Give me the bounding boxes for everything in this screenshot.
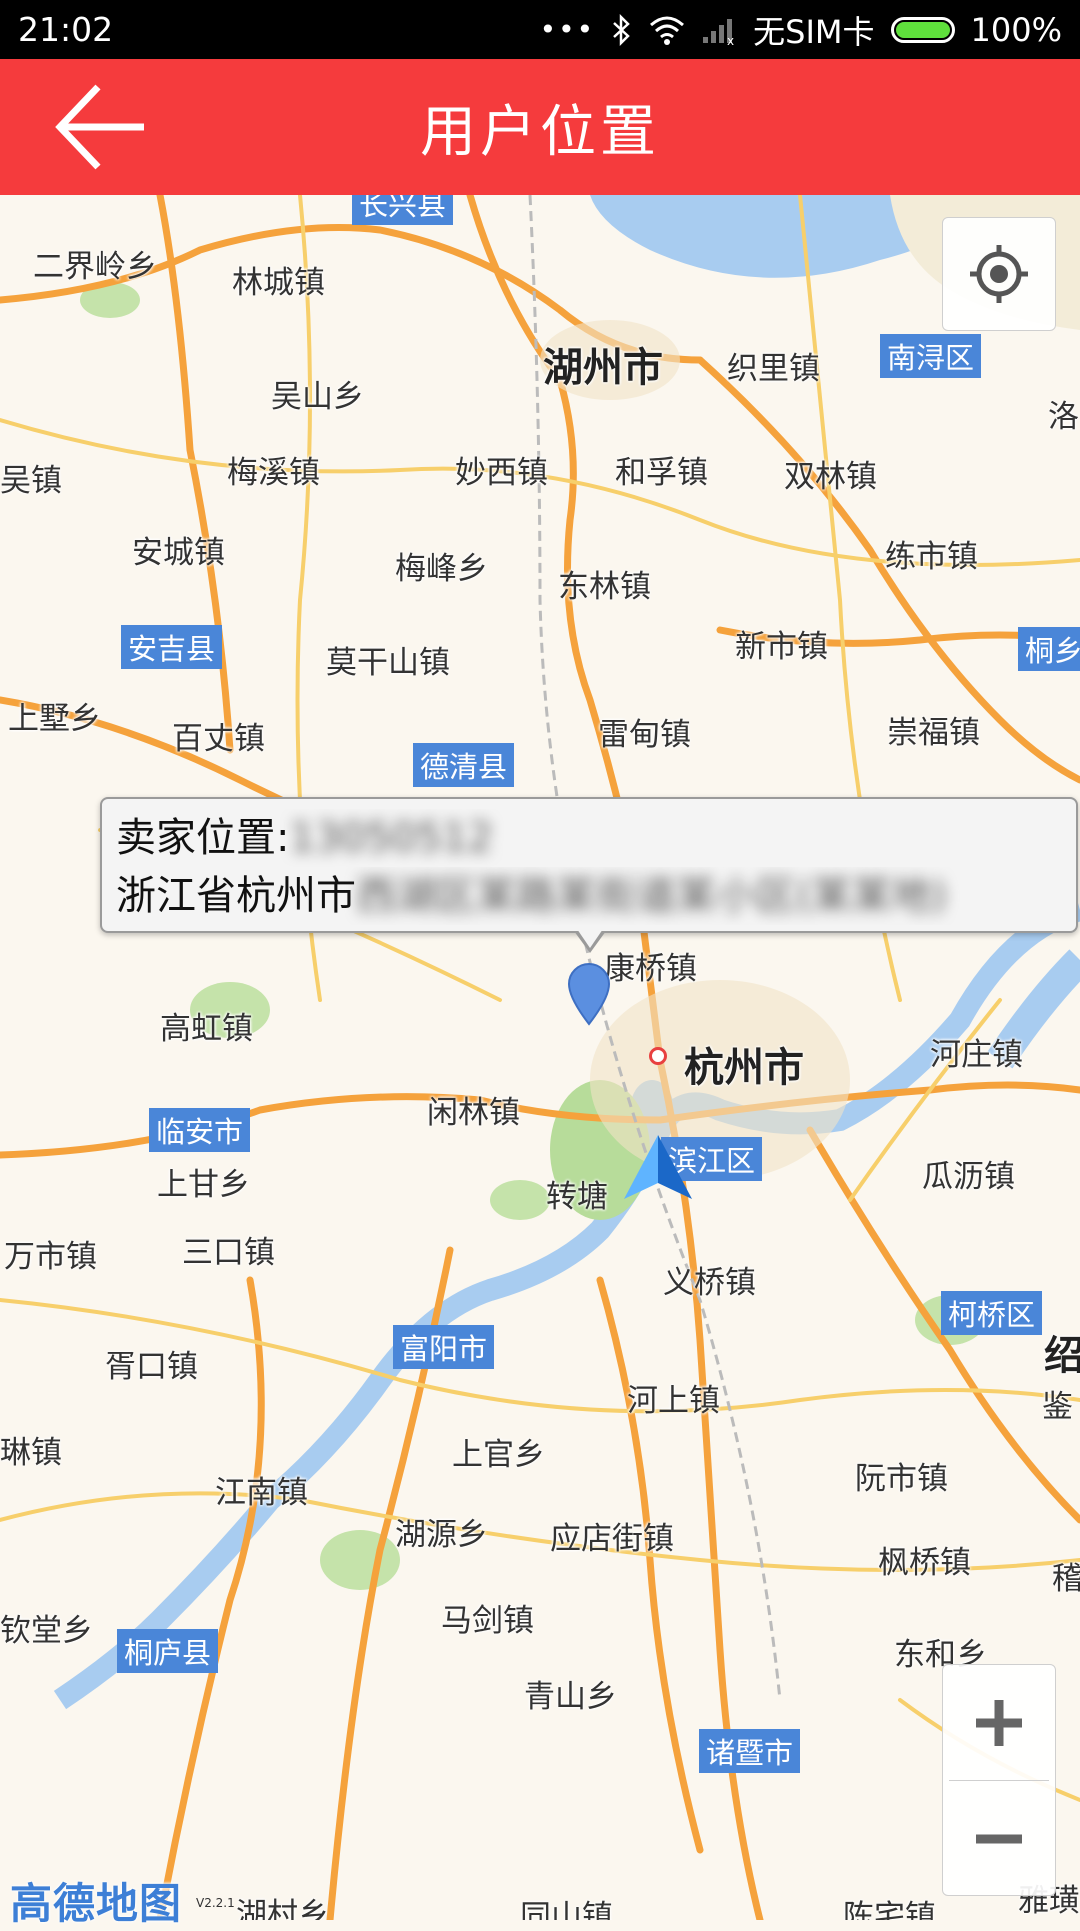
map-version: V2.2.1 <box>196 1896 235 1910</box>
seller-phone: 13050512 <box>289 815 494 861</box>
place-label: 高虹镇 <box>160 1011 253 1047</box>
user-location-arrow-icon <box>624 1135 692 1199</box>
locate-me-button[interactable] <box>942 217 1056 331</box>
place-label: 上甘乡 <box>157 1167 250 1203</box>
plus-icon <box>976 1699 1022 1746</box>
seller-info-popup[interactable]: 卖家位置:13050512 浙江省杭州市西湖区某路某街道某小区(某某地) <box>100 797 1078 933</box>
svg-text:x: x <box>727 34 734 45</box>
back-button[interactable] <box>52 77 162 177</box>
minus-icon <box>976 1834 1022 1843</box>
crosshair-icon <box>970 245 1028 303</box>
place-label: 稽 <box>1052 1561 1080 1597</box>
county-tag: 长兴县 <box>352 195 454 225</box>
place-label: 陈宅镇 <box>843 1899 936 1920</box>
place-label: 梅溪镇 <box>227 455 320 491</box>
place-label: 琳镇 <box>0 1435 62 1471</box>
amap-logo: 高德地图 <box>10 1879 183 1928</box>
place-label: 绍 <box>1044 1333 1080 1379</box>
place-label: 织里镇 <box>727 351 820 387</box>
address-prefix: 浙江省杭州市 <box>116 873 356 919</box>
place-label: 妙西镇 <box>455 455 548 491</box>
battery-percent: 100% <box>970 10 1062 49</box>
place-label: 同山镇 <box>520 1899 613 1920</box>
place-label: 江南镇 <box>215 1475 308 1511</box>
place-label: 林城镇 <box>232 265 325 301</box>
county-tag: 临安市 <box>149 1108 251 1152</box>
place-label: 新市镇 <box>735 629 828 665</box>
map-view[interactable]: 湖州市 杭州市 长兴县 南浔区 安吉县 德清县 桐乡 临安市 滨江区 富阳市 柯… <box>0 195 1080 1920</box>
county-tag: 富阳市 <box>393 1325 495 1369</box>
place-label: 三口镇 <box>182 1235 275 1271</box>
place-label: 枫桥镇 <box>878 1545 971 1581</box>
status-icons: ••• x 无SIM卡 100% <box>540 7 1062 53</box>
arrow-left-icon <box>55 84 144 170</box>
place-label: 上官乡 <box>452 1437 545 1473</box>
county-tag: 德清县 <box>413 743 515 787</box>
city-label: 杭州市 <box>684 1045 804 1091</box>
zoom-controls <box>942 1664 1056 1896</box>
place-label: 阮市镇 <box>855 1461 948 1497</box>
place-label: 梅峰乡 <box>395 551 488 587</box>
more-dots-icon: ••• <box>539 13 596 46</box>
place-label: 练市镇 <box>885 539 978 575</box>
place-label: 吴镇 <box>0 463 62 499</box>
place-label: 河上镇 <box>627 1383 720 1419</box>
wifi-icon <box>650 16 685 45</box>
county-tag: 南浔区 <box>880 334 982 378</box>
county-tag: 诸暨市 <box>699 1729 801 1773</box>
place-label: 鉴 <box>1042 1389 1073 1425</box>
seller-location-pin-icon[interactable] <box>565 960 613 1026</box>
county-tag: 桐乡 <box>1018 627 1080 671</box>
place-label: 崇福镇 <box>887 715 980 751</box>
seller-label: 卖家位置: <box>116 815 290 861</box>
place-label: 百丈镇 <box>172 721 265 757</box>
place-label: 上墅乡 <box>8 701 101 737</box>
place-label: 瓜沥镇 <box>922 1159 1015 1195</box>
carrier-text: 无SIM卡 <box>753 12 875 51</box>
bluetooth-icon <box>613 13 630 46</box>
city-label: 湖州市 <box>543 345 663 391</box>
place-label: 马剑镇 <box>441 1603 534 1639</box>
place-label: 转塘 <box>546 1179 608 1215</box>
app-header: 用户位置 <box>0 59 1080 195</box>
status-time: 21:02 <box>18 10 114 49</box>
place-label: 钦堂乡 <box>0 1613 93 1649</box>
place-label: 闲林镇 <box>427 1095 520 1131</box>
place-label: 河庄镇 <box>930 1037 1023 1073</box>
popup-seller-row: 卖家位置:13050512 <box>116 809 1062 867</box>
place-label: 义桥镇 <box>663 1265 756 1301</box>
place-label: 胥口镇 <box>105 1349 198 1385</box>
place-label: 吴山乡 <box>271 379 364 415</box>
zoom-in-button[interactable] <box>943 1665 1055 1780</box>
county-tag: 柯桥区 <box>941 1291 1043 1335</box>
county-tag: 安吉县 <box>121 625 223 669</box>
place-label: 万市镇 <box>4 1239 97 1275</box>
place-label: 雷甸镇 <box>598 717 691 753</box>
place-label: 应店街镇 <box>550 1521 674 1557</box>
battery-icon <box>890 16 955 43</box>
place-label: 东林镇 <box>558 569 651 605</box>
place-label: 康桥镇 <box>604 951 697 987</box>
zoom-out-button[interactable] <box>943 1781 1055 1896</box>
county-tag: 桐庐县 <box>117 1629 219 1673</box>
page-title: 用户位置 <box>420 99 660 165</box>
address-rest: 西湖区某路某街道某小区(某某地) <box>356 873 948 919</box>
place-label: 莫干山镇 <box>326 645 450 681</box>
place-label: 和孚镇 <box>615 455 708 491</box>
place-label: 湖村乡 <box>236 1897 329 1920</box>
place-label: 洛 <box>1048 399 1079 435</box>
signal-icon: x <box>703 18 734 45</box>
place-label: 双林镇 <box>784 459 877 495</box>
place-label: 青山乡 <box>524 1679 617 1715</box>
city-center-marker <box>649 1047 667 1065</box>
popup-address-row: 浙江省杭州市西湖区某路某街道某小区(某某地) <box>116 867 1062 925</box>
place-label: 安城镇 <box>132 535 225 571</box>
place-label: 二界岭乡 <box>33 249 157 285</box>
status-bar: 21:02 ••• x 无SIM卡 100% <box>0 0 1080 59</box>
place-label: 湖源乡 <box>395 1517 488 1553</box>
popup-tail-inner <box>577 929 603 948</box>
